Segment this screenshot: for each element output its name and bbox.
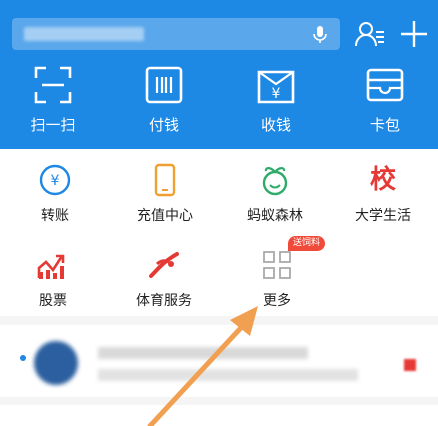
grid-item-transfer[interactable]: ¥ 转账	[0, 163, 110, 233]
unread-dot	[20, 355, 26, 361]
grid-item-label: 更多	[263, 293, 291, 309]
receive-money-icon: ¥	[257, 70, 295, 104]
card-wallet-icon	[366, 68, 404, 102]
campus-icon-glyph: 校	[369, 165, 396, 195]
contacts-icon[interactable]	[354, 18, 386, 50]
sports-icon	[147, 248, 181, 282]
quick-action-scan[interactable]: 扫一扫	[0, 66, 108, 146]
grid-item-recharge[interactable]: 充值中心	[110, 163, 220, 233]
search-placeholder-blur	[24, 27, 144, 41]
quick-action-card-wallet[interactable]: 卡包	[330, 66, 438, 146]
red-tag	[404, 359, 416, 371]
grid-item-ant-forest[interactable]: 蚂蚁森林	[220, 163, 330, 233]
quick-action-label: 付钱	[148, 116, 179, 134]
header-panel: 扫一扫 付钱 ¥ 收钱 卡包	[0, 0, 438, 149]
more-badge: 送饲料	[288, 236, 326, 251]
quick-action-receive[interactable]: ¥ 收钱	[221, 66, 331, 146]
svg-text:¥: ¥	[51, 173, 60, 189]
svg-text:¥: ¥	[272, 86, 281, 102]
grid-item-label: 股票	[39, 293, 67, 309]
grid-item-campus[interactable]: 校 大学生活	[328, 163, 438, 233]
plus-icon[interactable]	[398, 18, 430, 50]
grid-item-stocks[interactable]: 股票	[0, 248, 108, 318]
grid-item-sports[interactable]: 体育服务	[109, 248, 219, 318]
quick-action-label: 卡包	[369, 116, 400, 134]
message-card[interactable]	[0, 325, 438, 397]
scan-icon	[34, 66, 72, 104]
search-input[interactable]	[12, 18, 340, 50]
blurred-title	[98, 347, 308, 359]
microphone-icon[interactable]	[310, 24, 330, 44]
blurred-subtitle	[98, 369, 358, 381]
grid-item-label: 充值中心	[137, 208, 193, 224]
ant-forest-icon	[258, 163, 292, 197]
grid-item-more[interactable]: 更多	[222, 248, 332, 318]
campus-icon: 校	[366, 163, 400, 197]
transfer-icon: ¥	[38, 163, 72, 197]
quick-action-label: 收钱	[260, 116, 291, 134]
avatar	[34, 341, 78, 385]
more-grid-icon	[260, 248, 294, 282]
pay-icon	[145, 66, 183, 104]
stocks-icon	[36, 248, 70, 282]
grid-item-label: 体育服务	[136, 293, 192, 309]
quick-action-pay[interactable]: 付钱	[109, 66, 219, 146]
grid-item-label: 转账	[41, 208, 69, 224]
grid-item-label: 蚂蚁森林	[247, 208, 303, 224]
phone-recharge-icon	[148, 163, 182, 197]
next-card	[0, 405, 438, 426]
grid-item-label: 大学生活	[355, 208, 411, 224]
service-grid: ¥ 转账 充值中心 蚂蚁森林 校 大学生活 股票 体育服务 更多 送饲料	[0, 149, 438, 316]
quick-action-label: 扫一扫	[30, 116, 76, 134]
